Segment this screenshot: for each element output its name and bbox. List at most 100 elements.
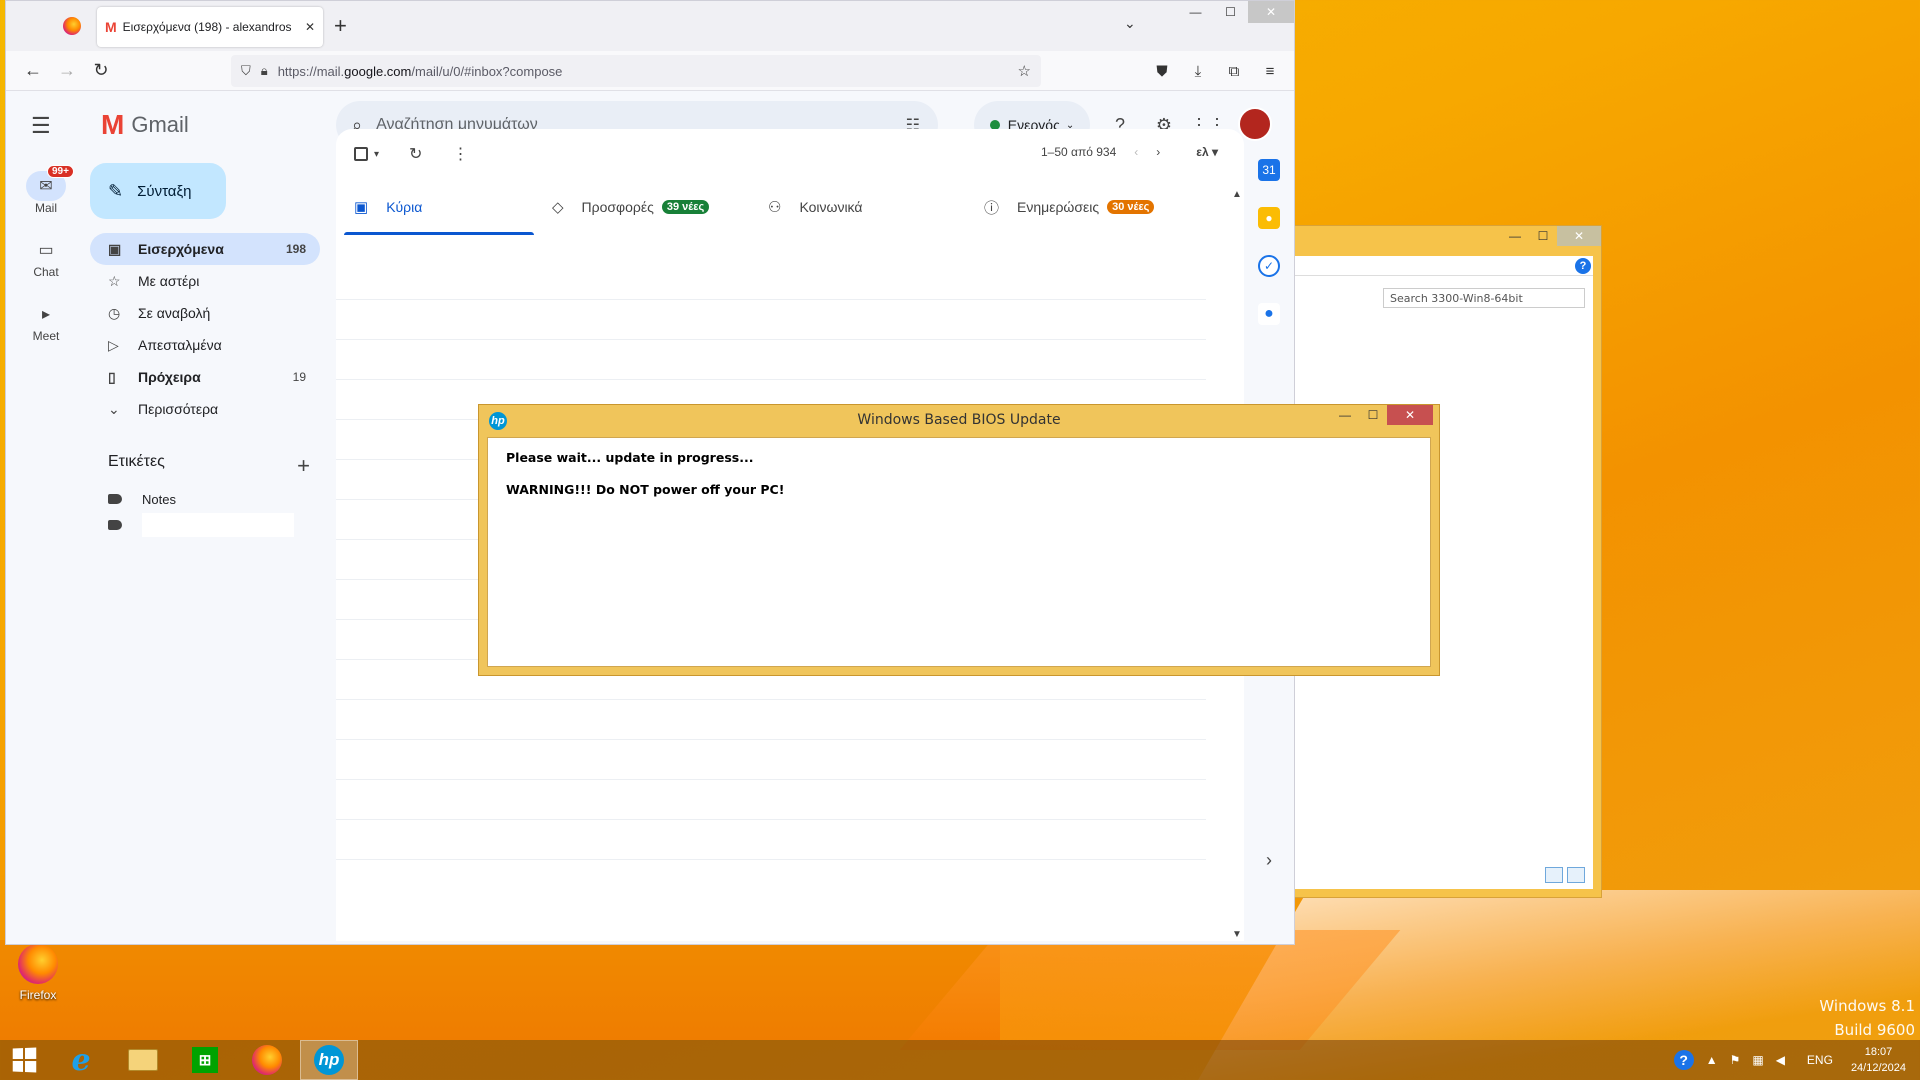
- people-icon: ⚇: [768, 199, 782, 216]
- close-button[interactable]: ✕: [1387, 405, 1433, 425]
- show-hidden-icons-icon[interactable]: ▲: [1706, 1053, 1718, 1067]
- details-view-icon[interactable]: [1545, 867, 1563, 883]
- maximize-button[interactable]: ☐: [1213, 1, 1248, 23]
- select-menu-icon[interactable]: ▾: [374, 149, 379, 160]
- action-center-flag-icon[interactable]: ⚑: [1730, 1053, 1741, 1067]
- help-icon[interactable]: ?: [1673, 1050, 1694, 1070]
- folder-list: ▣ Εισερχόμενα 198 ☆ Με αστέρι ◷ Σε αναβο…: [90, 233, 320, 425]
- scroll-down-icon[interactable]: ▼: [1232, 929, 1242, 940]
- ribbon-bar: ?: [1293, 256, 1593, 276]
- create-label-icon[interactable]: +: [297, 453, 310, 479]
- rail-item-meet[interactable]: ▸ Meet: [6, 289, 86, 353]
- firefox-icon: [252, 1045, 282, 1075]
- tasks-icon[interactable]: ✓: [1258, 255, 1280, 277]
- more-options-icon[interactable]: ⋮: [452, 144, 468, 164]
- downloads-icon[interactable]: ⤓: [1180, 55, 1216, 87]
- browser-tab-gmail[interactable]: M Εισερχόμενα (198) - alexandros ✕: [97, 7, 323, 47]
- network-icon[interactable]: ▦: [1752, 1053, 1763, 1067]
- maximize-button[interactable]: ☐: [1529, 226, 1557, 246]
- nav-item-more[interactable]: ⌄ Περισσότερα: [90, 393, 320, 425]
- help-icon[interactable]: ?: [1575, 258, 1591, 274]
- expand-panel-icon[interactable]: ›: [1258, 849, 1280, 871]
- contacts-icon[interactable]: ●: [1258, 303, 1280, 325]
- tab-updates[interactable]: ⓘ Ενημερώσεις 30 νέες: [966, 179, 1216, 235]
- taskbar-internet-explorer[interactable]: e: [52, 1040, 110, 1080]
- prev-page-icon[interactable]: ‹: [1134, 145, 1138, 159]
- row-divider: [336, 859, 1206, 860]
- compose-button[interactable]: ✎ Σύνταξη: [90, 163, 226, 219]
- minimize-button[interactable]: —: [1178, 1, 1213, 23]
- new-count-badge: 39 νέες: [661, 200, 710, 214]
- next-page-icon[interactable]: ›: [1156, 145, 1160, 159]
- calendar-icon[interactable]: 31: [1258, 159, 1280, 181]
- shield-icon[interactable]: ⛉: [241, 63, 251, 79]
- label-item[interactable]: [108, 511, 308, 539]
- maximize-button[interactable]: ☐: [1359, 405, 1387, 425]
- system-tray: ? ▲ ⚑ ▦ ◀ ENG 18:07 24/12/2024: [1673, 1040, 1920, 1080]
- main-menu-icon[interactable]: ☰: [31, 113, 51, 139]
- refresh-icon[interactable]: ↻: [409, 144, 422, 164]
- unread-badge: 99+: [47, 165, 74, 178]
- app-rail: ✉ 99+ Mail ▭ Chat ▸ Meet: [6, 161, 86, 353]
- list-all-tabs-icon[interactable]: ⌄: [1124, 15, 1136, 32]
- row-divider: [336, 739, 1206, 740]
- clock[interactable]: 18:07 24/12/2024: [1851, 1044, 1906, 1076]
- gmail-favicon-icon: M: [105, 19, 117, 35]
- label-item-notes[interactable]: Notes: [108, 485, 308, 513]
- extensions-icon[interactable]: ⧉: [1216, 55, 1252, 87]
- close-button[interactable]: ✕: [1248, 1, 1294, 23]
- taskbar-firefox[interactable]: [238, 1040, 296, 1080]
- keep-icon[interactable]: ●: [1258, 207, 1280, 229]
- volume-icon[interactable]: ◀: [1776, 1053, 1785, 1067]
- tab-promotions[interactable]: ◇ Προσφορές 39 νέες: [534, 179, 750, 235]
- start-icon: [12, 1047, 37, 1073]
- store-icon: ⊞: [192, 1047, 218, 1073]
- lock-icon[interactable]: 🔒︎: [261, 63, 268, 79]
- minimize-button[interactable]: —: [1501, 226, 1529, 246]
- draft-icon: ▯: [108, 368, 116, 385]
- row-divider: [336, 819, 1206, 820]
- new-tab-button[interactable]: +: [334, 13, 347, 39]
- input-tools-button[interactable]: ελ ▾: [1178, 145, 1218, 159]
- reload-icon[interactable]: ↻: [84, 55, 118, 87]
- start-button[interactable]: [0, 1040, 48, 1080]
- taskbar-store[interactable]: ⊞: [176, 1040, 234, 1080]
- nav-item-drafts[interactable]: ▯ Πρόχειρα 19: [90, 361, 320, 393]
- gmail-logo[interactable]: M Gmail: [101, 109, 189, 141]
- nav-item-snoozed[interactable]: ◷ Σε αναβολή: [90, 297, 320, 329]
- row-divider: [336, 779, 1206, 780]
- bookmark-star-icon[interactable]: ☆: [1018, 62, 1031, 80]
- desktop-icon-firefox[interactable]: Firefox: [10, 944, 66, 1002]
- file-explorer-icon: [128, 1049, 158, 1071]
- taskbar-hp-bios[interactable]: hp: [300, 1040, 358, 1080]
- menu-icon[interactable]: ≡: [1252, 55, 1288, 87]
- label-tag-icon: [108, 494, 122, 504]
- language-indicator[interactable]: ENG: [1807, 1053, 1833, 1067]
- url-bar[interactable]: ⛉ 🔒︎ https://mail. google.com/mail/u/0/#i…: [231, 55, 1041, 87]
- tab-primary[interactable]: ▣ Κύρια: [336, 179, 534, 235]
- minimize-button[interactable]: —: [1331, 405, 1359, 425]
- info-icon: ⓘ: [984, 199, 1000, 217]
- back-icon[interactable]: ←: [16, 55, 50, 87]
- progress-message: Please wait... update in progress...: [506, 450, 754, 465]
- tab-social[interactable]: ⚇ Κοινωνικά: [750, 179, 966, 235]
- forward-icon[interactable]: →: [50, 55, 84, 87]
- large-icons-view-icon[interactable]: [1567, 867, 1585, 883]
- rail-item-chat[interactable]: ▭ Chat: [6, 225, 86, 289]
- scroll-up-icon[interactable]: ▲: [1232, 189, 1242, 200]
- search-input[interactable]: Search 3300-Win8-64bit: [1383, 288, 1585, 308]
- row-divider: [336, 379, 1206, 380]
- rail-item-mail[interactable]: ✉ 99+ Mail: [6, 161, 86, 225]
- navigation-toolbar: ← → ↻ ⛉ 🔒︎ https://mail. google.com/mail/…: [6, 51, 1294, 91]
- nav-item-sent[interactable]: ▷ Απεσταλμένα: [90, 329, 320, 361]
- nav-item-inbox[interactable]: ▣ Εισερχόμενα 198: [90, 233, 320, 265]
- firefox-view-icon[interactable]: [63, 17, 81, 35]
- bios-update-dialog[interactable]: hp Windows Based BIOS Update — ☐ ✕ Pleas…: [478, 404, 1440, 676]
- select-all-checkbox[interactable]: [354, 147, 368, 161]
- close-button[interactable]: ✕: [1557, 226, 1601, 246]
- pocket-icon[interactable]: ⛊: [1144, 55, 1180, 87]
- taskbar-file-explorer[interactable]: [114, 1040, 172, 1080]
- close-tab-icon[interactable]: ✕: [305, 20, 315, 34]
- nav-item-starred[interactable]: ☆ Με αστέρι: [90, 265, 320, 297]
- view-toggle[interactable]: [1545, 867, 1585, 883]
